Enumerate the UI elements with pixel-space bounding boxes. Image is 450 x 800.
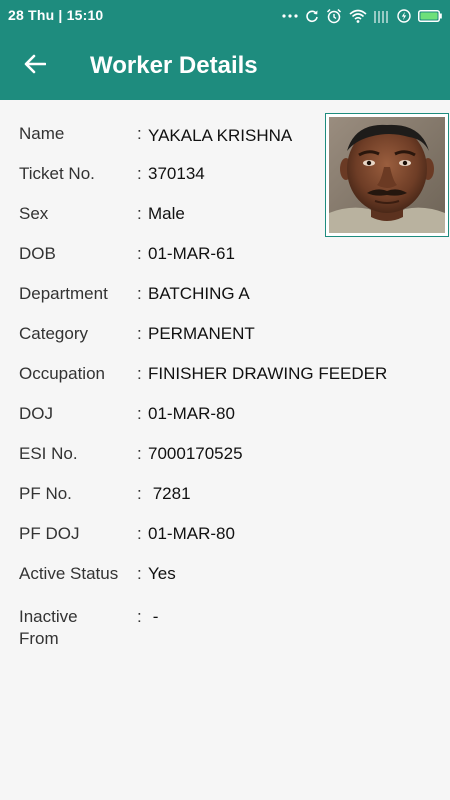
field-colon: : (137, 607, 142, 626)
battery-icon (418, 10, 442, 22)
field-label: ESI No. (19, 444, 78, 463)
field-colon: : (137, 364, 142, 383)
status-icons (282, 5, 442, 27)
field-label: Category (19, 324, 88, 343)
field-label: Inactive From (19, 607, 78, 648)
wifi-icon (349, 9, 367, 23)
signal-icon (374, 9, 390, 23)
field-value: - (148, 607, 159, 626)
field-value: 370134 (148, 164, 205, 183)
app-bar: Worker Details (0, 32, 450, 100)
field-value: PERMANENT (148, 324, 255, 343)
field-colon: : (137, 284, 142, 303)
field-value: Yes (148, 564, 176, 583)
field-value: YAKALA KRISHNA (148, 126, 293, 145)
worker-photo-frame (325, 113, 449, 237)
field-colon: : (137, 244, 142, 263)
more-dots-icon (282, 13, 298, 19)
field-colon: : (137, 164, 142, 183)
field-label: Department (19, 284, 108, 303)
field-value: FINISHER DRAWING FEEDER (148, 364, 388, 383)
field-label: Active Status (19, 564, 119, 583)
field-value: 01-MAR-80 (148, 524, 235, 543)
field-label: PF No. (19, 484, 72, 503)
page-title: Worker Details (90, 52, 258, 79)
field-colon: : (137, 564, 142, 583)
status-time: 28 Thu | 15:10 (8, 7, 104, 23)
worker-photo (329, 117, 445, 233)
field-label: DOB (19, 244, 56, 263)
back-button[interactable] (18, 51, 52, 81)
field-colon: : (137, 484, 142, 503)
field-label: Ticket No. (19, 164, 95, 183)
charging-icon (397, 9, 411, 23)
field-label: DOJ (19, 404, 53, 423)
field-label: Name (19, 124, 65, 143)
field-value: 7000170525 (148, 444, 243, 463)
field-colon: : (137, 444, 142, 463)
arrow-left-icon (24, 54, 47, 79)
field-colon: : (137, 204, 142, 223)
field-colon: : (137, 524, 142, 543)
field-value: Male (148, 204, 185, 223)
field-colon: : (137, 124, 142, 143)
field-colon: : (137, 324, 142, 343)
alarm-icon (326, 8, 342, 24)
field-value: 7281 (148, 484, 191, 503)
field-value: BATCHING A (148, 284, 250, 303)
field-colon: : (137, 404, 142, 423)
status-bar: 28 Thu | 15:10 (0, 0, 450, 32)
field-label: Sex (19, 204, 49, 223)
field-value: 01-MAR-80 (148, 404, 235, 423)
field-value: 01-MAR-61 (148, 244, 235, 263)
field-label: Occupation (19, 364, 105, 383)
sync-icon (305, 9, 319, 23)
field-label: PF DOJ (19, 524, 80, 543)
